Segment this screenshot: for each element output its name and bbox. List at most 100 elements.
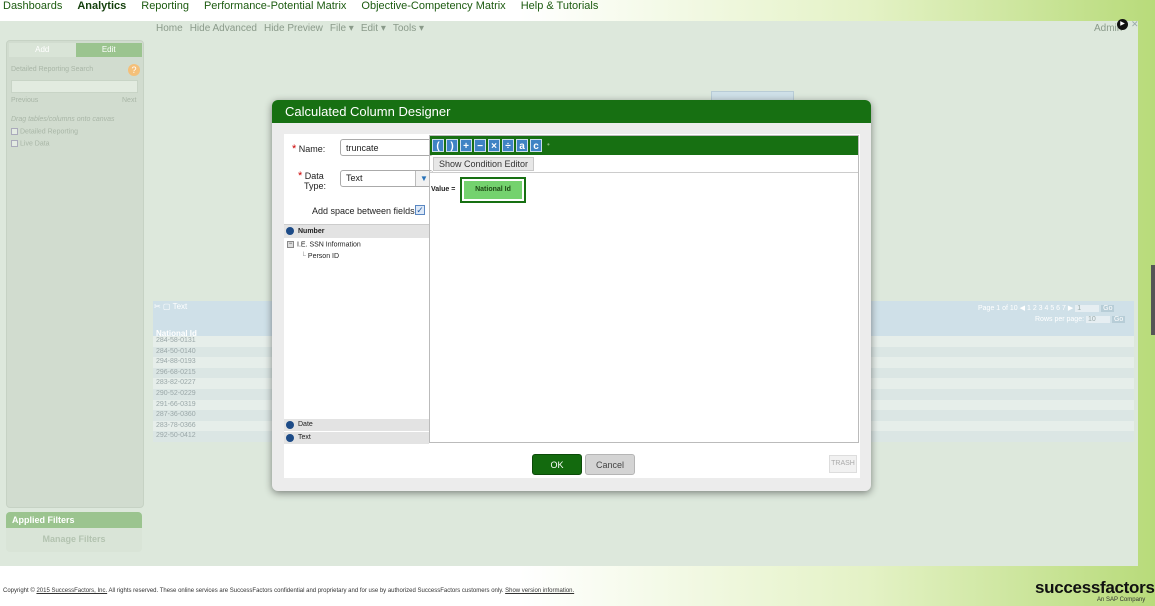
operator-toolbar: ( ) + − × ÷ a c • (430, 136, 858, 155)
close-paren-button[interactable]: ) (446, 139, 458, 152)
tree-group-text[interactable]: Text (284, 432, 429, 444)
divide-button[interactable]: ÷ (502, 139, 514, 152)
detailed-reporting-label: Detailed Reporting (20, 128, 78, 136)
brand-subtitle: An SAP Company (1097, 597, 1146, 603)
dialog-body: * Name: * Data Type: Text ▼ Add space be… (284, 134, 860, 478)
value-token-label: National Id (464, 181, 522, 199)
top-navigation: Dashboards Analytics Reporting Performan… (0, 0, 598, 14)
left-panel: Add Edit Detailed Reporting Search ? Pre… (6, 40, 144, 508)
open-paren-button[interactable]: ( (432, 139, 444, 152)
tree-group-date-label: Date (298, 421, 313, 428)
function-c-button[interactable]: c (530, 139, 542, 152)
collapse-icon[interactable]: − (287, 241, 294, 248)
page-go-button[interactable]: Go (1101, 305, 1115, 312)
field-tree: Number − I.E. SSN Information └ Person ID… (284, 224, 429, 477)
live-data-label: Live Data (20, 140, 50, 148)
rows-per-page: Rows per page: 10 Go (1035, 316, 1126, 323)
left-tabs: Add Edit (9, 43, 142, 57)
next-link[interactable]: Next (122, 97, 136, 104)
toolbar-hide-advanced[interactable]: Hide Advanced (190, 23, 257, 34)
tree-group-date[interactable]: Date (284, 419, 429, 431)
play-icon[interactable]: ▶ (1117, 19, 1128, 30)
text-group-icon (286, 434, 294, 442)
pager: Page 1 of 10 ◀ 1 2 3 4 5 6 7 ▶ 1 Go (978, 305, 1115, 312)
nav-objective-competency-matrix[interactable]: Objective-Competency Matrix (361, 0, 505, 14)
trash-button[interactable]: TRASH (829, 455, 857, 473)
toolbar-file-menu[interactable]: File ▾ (330, 23, 354, 34)
tree-group-number-label: Number (298, 228, 325, 235)
nav-analytics[interactable]: Analytics (77, 0, 126, 14)
drag-hint: Drag tables/columns onto canvas (11, 116, 115, 123)
applied-filters-title[interactable]: Applied Filters (6, 512, 142, 528)
preview-tab[interactable]: ✂ ▢ Text (154, 302, 187, 311)
ok-button[interactable]: OK (532, 454, 582, 475)
tree-leaf-person-id-label: Person ID (307, 253, 340, 260)
live-data-checkbox[interactable] (11, 140, 18, 147)
tree-node-ssn-label: I.E. SSN Information (297, 241, 361, 249)
toolbar-more-icon: • (547, 140, 550, 149)
value-token[interactable]: National Id (460, 177, 526, 203)
copyright-prefix: Copyright © (3, 588, 37, 594)
tab-edit[interactable]: Edit (75, 43, 142, 57)
nav-help-tutorials[interactable]: Help & Tutorials (521, 0, 599, 14)
data-type-select[interactable]: Text ▼ (340, 170, 433, 187)
date-group-icon (286, 421, 294, 429)
footer-copyright: Copyright © 2015 SuccessFactors, Inc. Al… (3, 588, 574, 594)
page-input[interactable]: 1 (1075, 305, 1100, 312)
nav-performance-potential-matrix[interactable]: Performance-Potential Matrix (204, 0, 346, 14)
tab-add[interactable]: Add (9, 43, 76, 57)
name-input[interactable] (340, 139, 433, 156)
formula-canvas[interactable]: Value = National Id (430, 172, 858, 442)
detailed-reporting-option[interactable]: Detailed Reporting (11, 128, 78, 135)
calculated-column-dialog: Calculated Column Designer * Name: * Dat… (272, 100, 871, 491)
plus-button[interactable]: + (460, 139, 472, 152)
space-between-checkbox[interactable]: ✓ (415, 205, 425, 215)
tree-connector: └ (301, 253, 308, 260)
column-header-national-id[interactable]: National Id (156, 329, 197, 338)
data-type-label-line1: Data (304, 171, 324, 181)
detailed-reporting-checkbox[interactable] (11, 128, 18, 135)
close-icon[interactable]: ✕ (1131, 19, 1139, 30)
pager-label: Page 1 of 10 (978, 305, 1018, 312)
toolbar-tools-menu[interactable]: Tools ▾ (393, 23, 424, 34)
name-label: * Name: (292, 143, 325, 155)
toolbar-hide-preview[interactable]: Hide Preview (264, 23, 323, 34)
manage-filters-button[interactable]: Manage Filters (6, 528, 142, 550)
number-group-icon (286, 227, 294, 235)
tree-leaf-person-id[interactable]: └ Person ID (301, 253, 339, 260)
nav-reporting[interactable]: Reporting (141, 0, 189, 14)
brand-logo: successfactors↗ (1035, 578, 1155, 598)
show-condition-editor-button[interactable]: Show Condition Editor (433, 157, 534, 171)
rows-per-page-input[interactable]: 10 (1085, 316, 1110, 323)
toolbar-home[interactable]: Home (156, 23, 183, 34)
designer-toolbar: Home Hide Advanced Hide Preview File ▾ E… (156, 23, 424, 34)
toolbar-edit-menu[interactable]: Edit ▾ (361, 23, 386, 34)
copyright-link[interactable]: 2015 SuccessFactors, Inc. (36, 588, 107, 594)
required-marker: * (292, 143, 297, 155)
cancel-button[interactable]: Cancel (585, 454, 635, 475)
rows-go-button[interactable]: Go (1111, 316, 1126, 323)
help-icon[interactable]: ? (128, 64, 140, 76)
tree-node-ssn-information[interactable]: − I.E. SSN Information (287, 241, 361, 248)
rows-per-page-label: Rows per page: (1035, 316, 1085, 323)
brand-wordmark: successfactors (1035, 578, 1155, 597)
nav-dashboards[interactable]: Dashboards (3, 0, 62, 14)
dialog-title[interactable]: Calculated Column Designer (272, 100, 871, 123)
version-info-link[interactable]: Show version information. (505, 588, 574, 594)
data-type-value: Text (346, 173, 363, 183)
data-type-label-line2: Type: (304, 181, 327, 191)
tree-group-text-label: Text (298, 434, 311, 441)
name-label-text: Name: (298, 144, 326, 154)
copyright-text: All rights reserved. These online servic… (107, 588, 504, 594)
page-numbers[interactable]: 1 2 3 4 5 6 7 (1027, 305, 1066, 312)
function-a-button[interactable]: a (516, 139, 528, 152)
page-scrollbar[interactable] (1151, 265, 1155, 335)
live-data-option[interactable]: Live Data (11, 140, 50, 147)
previous-link[interactable]: Previous (11, 97, 38, 104)
search-input[interactable] (11, 80, 138, 93)
minus-button[interactable]: − (474, 139, 486, 152)
space-between-label: Add space between fields (312, 206, 415, 216)
search-label: Detailed Reporting Search (11, 66, 94, 73)
tree-group-number[interactable]: Number (284, 225, 429, 238)
multiply-button[interactable]: × (488, 139, 500, 152)
